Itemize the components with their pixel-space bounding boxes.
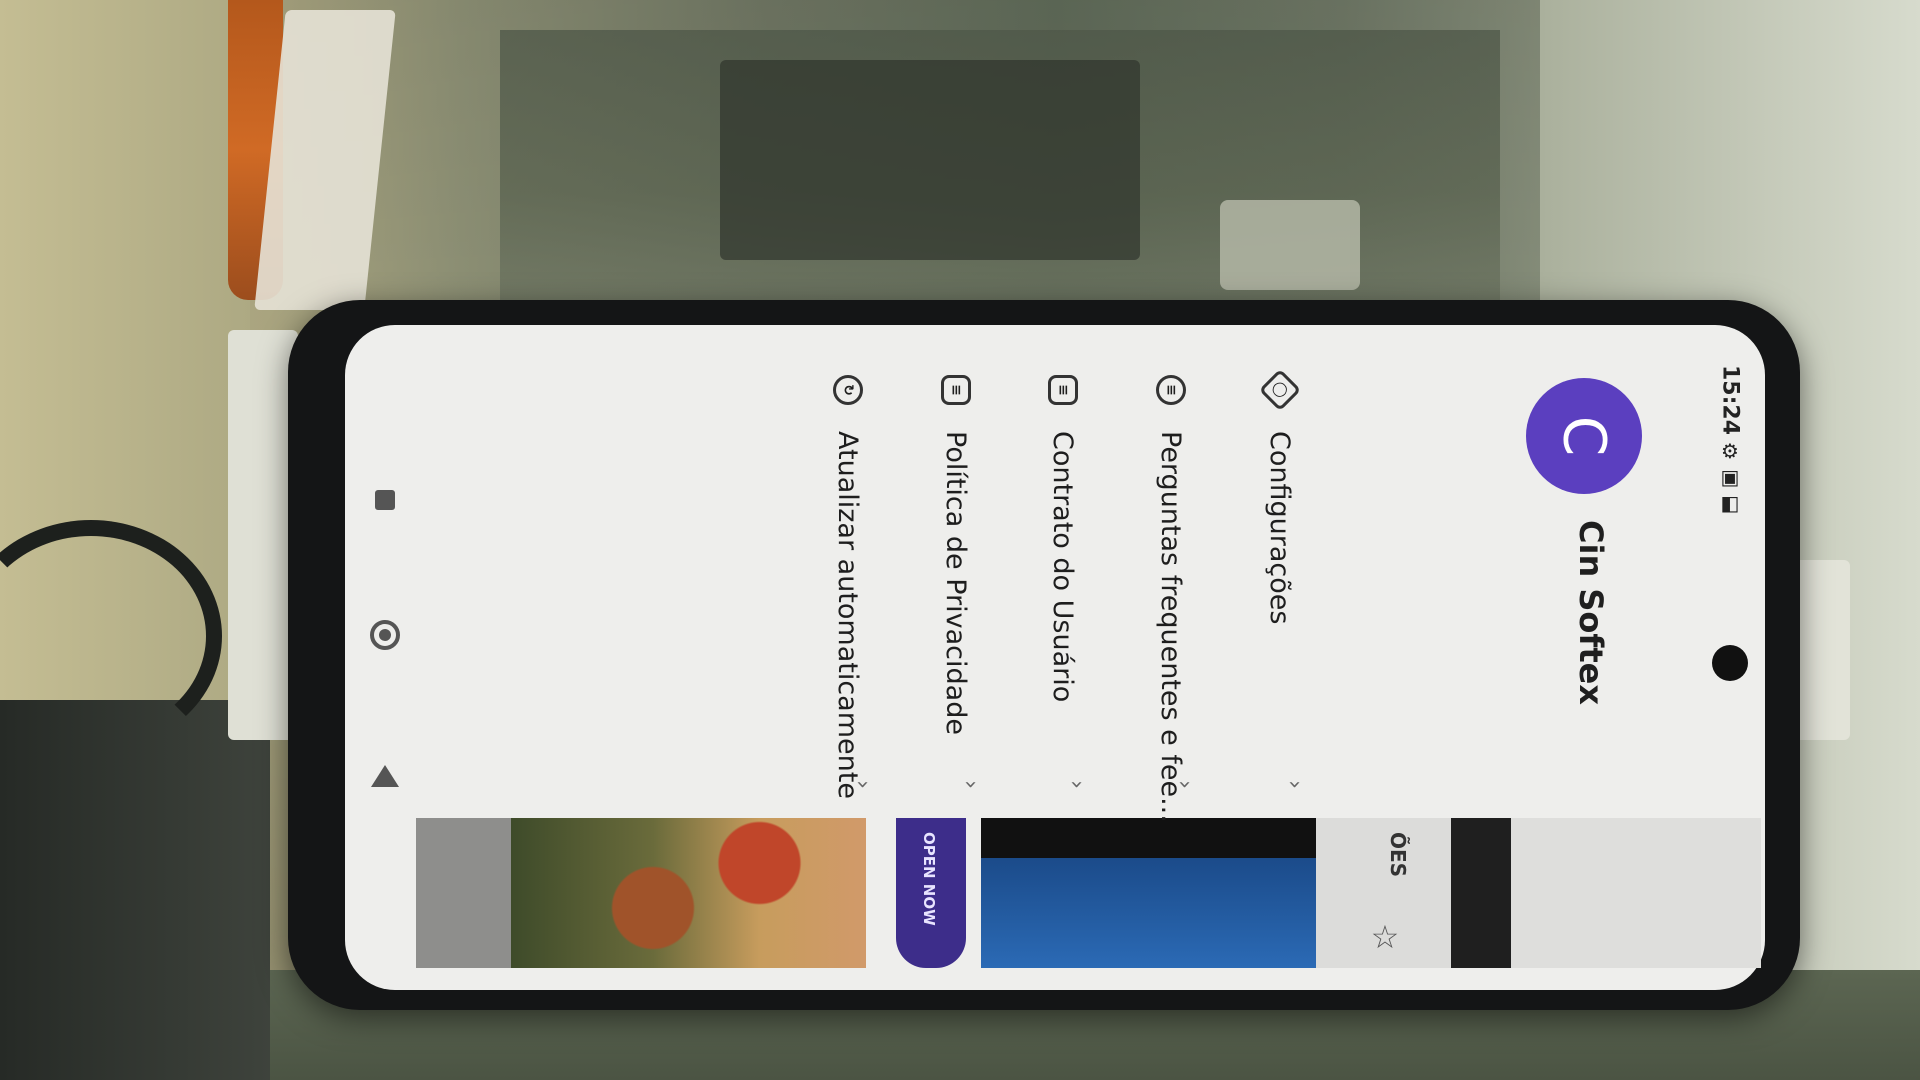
menu-item-label: Atualizar automaticamente xyxy=(832,431,864,799)
back-button[interactable] xyxy=(371,765,399,787)
recents-button[interactable] xyxy=(375,490,395,510)
menu-item-label: Política de Privacidade xyxy=(940,431,972,735)
menu-item-faq[interactable]: ≡ Perguntas frequentes e fee... xyxy=(1151,375,1191,823)
background-panel xyxy=(1511,818,1761,968)
menu-item-privacy-policy[interactable]: ≡ Política de Privacidade xyxy=(936,375,976,735)
background-divider xyxy=(1451,818,1511,968)
menu-item-user-agreement[interactable]: ≡ Contrato do Usuário xyxy=(1043,375,1083,702)
background-app-content: OPEN NOW ÕES ☆ xyxy=(416,818,1761,968)
chevron-down-icon: › xyxy=(1281,780,1307,789)
navigation-bar xyxy=(365,490,405,790)
faq-chat-icon: ≡ xyxy=(1156,375,1186,405)
background-image xyxy=(511,818,866,968)
menu-item-settings[interactable]: ◯ Configurações xyxy=(1258,368,1302,625)
menu-item-auto-update[interactable]: ↻ Atualizar automaticamente xyxy=(828,375,868,799)
auto-update-icon: ↻ xyxy=(833,375,863,405)
background-tile xyxy=(416,818,511,968)
avatar-letter: C xyxy=(1550,415,1618,457)
user-avatar[interactable]: C xyxy=(1526,378,1642,494)
chevron-down-icon: › xyxy=(1063,780,1089,789)
star-icon: ☆ xyxy=(1366,918,1404,956)
menu-item-label: Contrato do Usuário xyxy=(1047,431,1079,703)
background-tab: ÕES ☆ xyxy=(1316,818,1451,968)
background-light-object xyxy=(1220,200,1360,290)
open-now-button: OPEN NOW xyxy=(896,818,966,968)
background-tab-label: ÕES xyxy=(1386,832,1410,878)
document-icon: ≡ xyxy=(941,375,971,405)
app-name: Cin Softex xyxy=(1572,520,1610,705)
home-button[interactable] xyxy=(370,620,400,650)
menu-item-label: Configurações xyxy=(1264,431,1296,625)
chevron-down-icon: › xyxy=(957,780,983,789)
settings-icon: ⚙ xyxy=(1721,439,1739,464)
menu-item-label: Perguntas frequentes e fee... xyxy=(1155,431,1187,823)
status-time: 15:24 xyxy=(1717,365,1743,436)
notification-icon: ▣ xyxy=(1720,465,1740,490)
background-dark-box xyxy=(0,700,270,1080)
background-image-2 xyxy=(981,818,1316,968)
document-icon: ≡ xyxy=(1048,375,1078,405)
settings-hexagon-icon: ◯ xyxy=(1258,368,1302,412)
front-camera xyxy=(1712,645,1748,681)
chevron-down-icon: › xyxy=(849,780,875,789)
chevron-down-icon: › xyxy=(1171,780,1197,789)
status-bar: 15:24 ⚙ ▣ ◧ xyxy=(1710,365,1750,513)
notification-icon-2: ◧ xyxy=(1720,491,1740,516)
background-equipment xyxy=(720,60,1140,260)
